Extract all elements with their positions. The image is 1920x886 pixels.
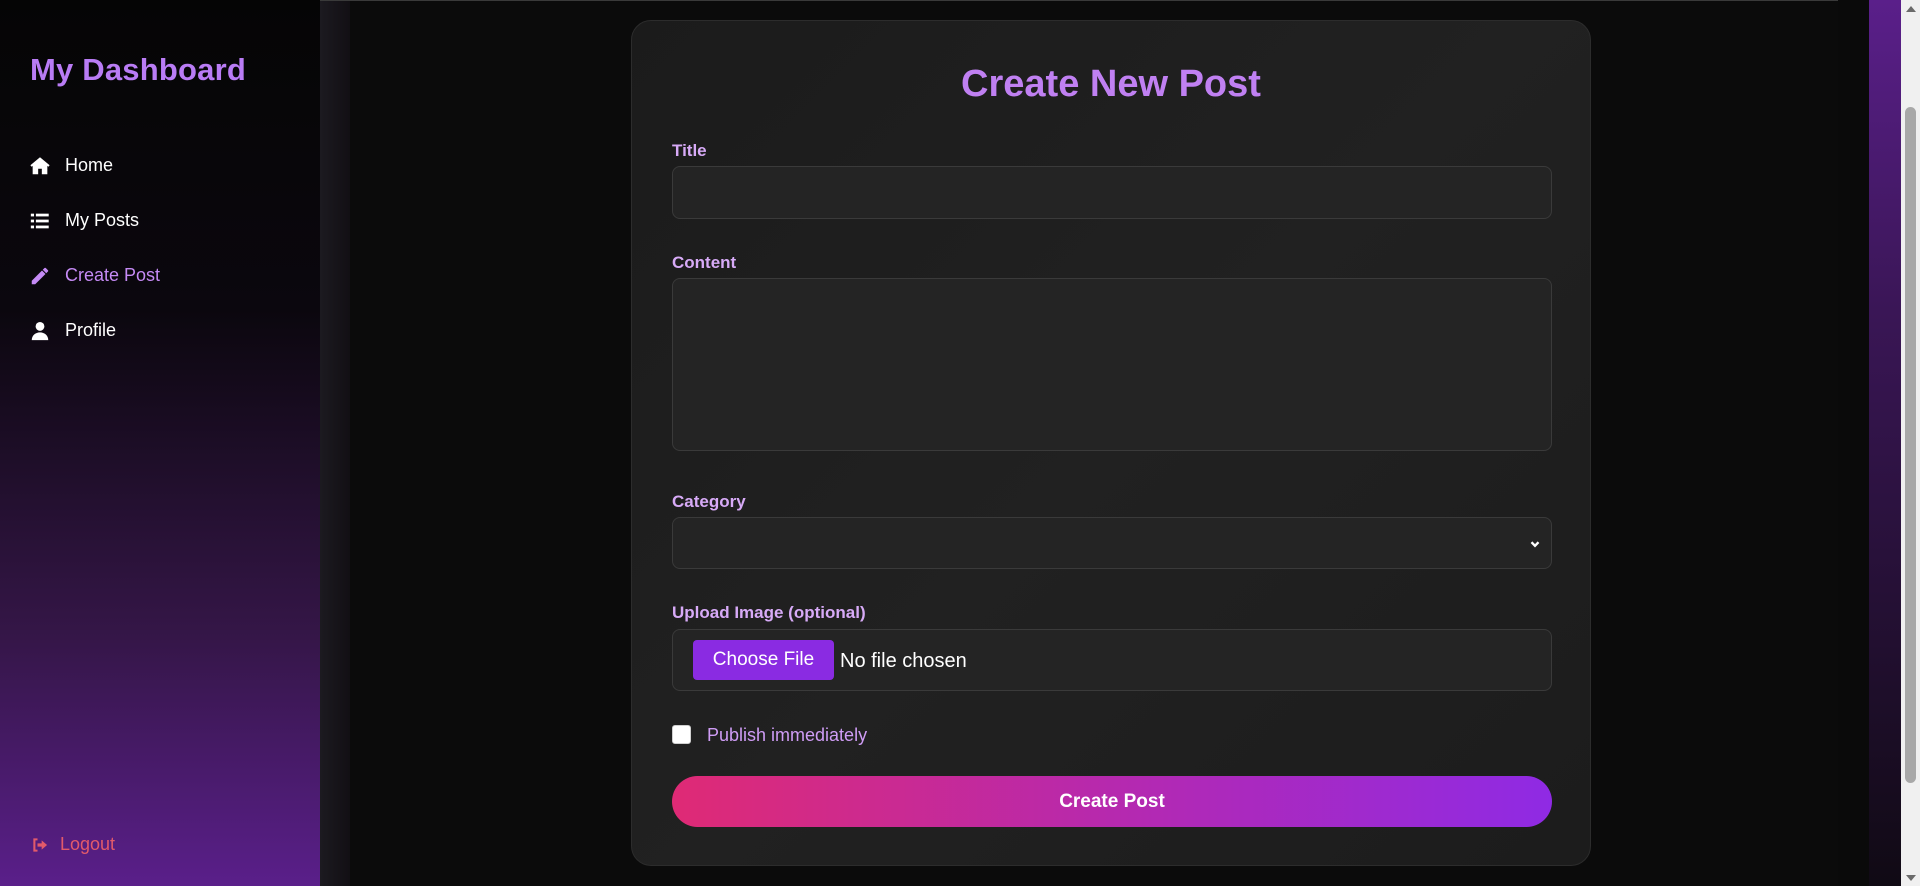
sidebar-item-home[interactable]: Home [29, 138, 309, 193]
logout-icon [30, 835, 50, 855]
sidebar-item-create-post[interactable]: Create Post [29, 248, 309, 303]
sidebar-item-label: Create Post [65, 265, 161, 285]
category-select[interactable] [672, 517, 1552, 569]
main-edge-shade [320, 1, 350, 886]
brand-title: My Dashboard [30, 52, 246, 87]
sidebar-item-label: My Posts [65, 210, 140, 230]
sidebar-item-profile[interactable]: Profile [29, 303, 309, 358]
scroll-down-arrow-icon[interactable] [1901, 869, 1920, 886]
sidebar: My Dashboard Home My Posts Create Post P… [0, 0, 320, 886]
sidebar-nav: Home My Posts Create Post Profile [29, 138, 309, 358]
content-textarea[interactable] [672, 278, 1552, 451]
list-icon [29, 210, 51, 232]
user-icon [29, 320, 51, 342]
right-accent-strip [1869, 0, 1901, 886]
scroll-up-arrow-icon[interactable] [1901, 0, 1920, 17]
category-label: Category [672, 492, 746, 511]
file-status: No file chosen [840, 650, 967, 672]
sidebar-item-my-posts[interactable]: My Posts [29, 193, 309, 248]
scrollbar-thumb[interactable] [1905, 107, 1916, 783]
chevron-down-icon [1529, 537, 1541, 549]
content-label: Content [672, 253, 737, 272]
choose-file-button[interactable]: Choose File [693, 640, 834, 680]
logout-label: Logout [60, 834, 116, 854]
main-right-edge [1838, 0, 1869, 886]
home-icon [29, 155, 51, 177]
logout-button[interactable]: Logout [30, 834, 115, 855]
page-title: Create New Post [961, 63, 1261, 105]
publish-checkbox[interactable] [672, 725, 691, 744]
upload-label: Upload Image (optional) [672, 603, 866, 622]
sidebar-item-label: Home [65, 155, 114, 175]
sidebar-item-label: Profile [65, 320, 117, 340]
title-label: Title [672, 141, 707, 160]
title-input[interactable] [672, 166, 1552, 219]
vertical-scrollbar[interactable] [1901, 0, 1920, 886]
create-post-card: Create New Post Title Content Category U… [631, 20, 1591, 866]
publish-label[interactable]: Publish immediately [707, 725, 867, 746]
create-post-button[interactable]: Create Post [672, 776, 1552, 827]
pencil-icon [29, 265, 51, 287]
file-upload-field: Choose File No file chosen [672, 629, 1552, 691]
